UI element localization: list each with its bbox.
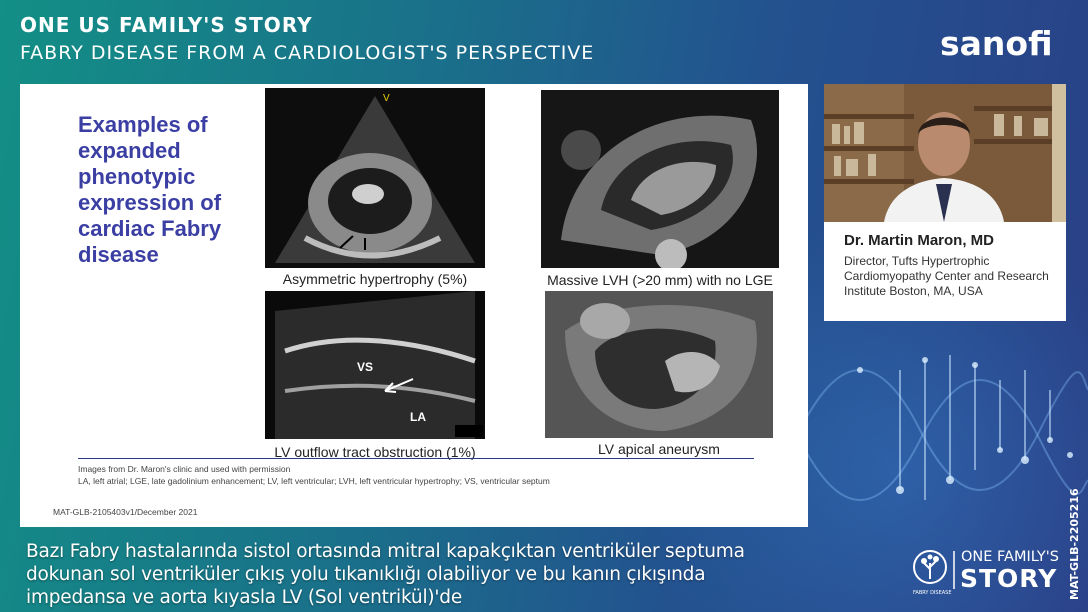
caption-lv-apical-aneurysm: LV apical aneurysm <box>598 441 720 457</box>
subtitle-line-3: impedansa ve aorta kıyasla LV (Sol ventr… <box>26 587 463 608</box>
caption-asymmetric-hypertrophy: Asymmetric hypertrophy (5%) <box>282 271 468 287</box>
story-label: STORY <box>960 564 1058 593</box>
speaker-card: Dr. Martin Maron, MD Director, Tufts Hyp… <box>824 84 1066 321</box>
presentation-slide: Examples of expanded phenotypic expressi… <box>20 84 808 527</box>
side-material-code: MAT-GLB-2205216 <box>1068 488 1081 600</box>
sanofi-logo: sanofi <box>940 24 1053 63</box>
speaker-video <box>824 84 1066 222</box>
mri-image-lv-apical-aneurysm <box>545 291 773 438</box>
footnote-source: Images from Dr. Maron's clinic and used … <box>78 464 291 474</box>
one-familys-label: ONE FAMILY'S <box>961 549 1059 565</box>
fabry-disease-label: FABRY DISEASE <box>913 590 952 596</box>
dna-helix-decoration <box>800 355 1088 501</box>
subtitle-line-1: Bazı Fabry hastalarında sistol ortasında… <box>26 541 745 562</box>
caption-massive-lvh: Massive LVH (>20 mm) with no LGE <box>547 272 773 288</box>
material-code: MAT-GLB-2105403v1/December 2021 <box>53 507 198 517</box>
family-tree-icon <box>913 550 955 589</box>
slide-heading: Examples of expanded phenotypic expressi… <box>78 112 222 267</box>
footnote-abbreviations: LA, left atrial; LGE, late gadolinium en… <box>78 476 550 486</box>
vs-label: VS <box>357 360 373 374</box>
mri-image-massive-lvh <box>541 90 779 268</box>
footnote-divider <box>78 458 754 459</box>
subtitle-line-2: dokunan sol ventriküler çıkış yolu tıkan… <box>26 564 706 585</box>
la-label: LA <box>410 410 426 424</box>
echo-image-lv-outflow-obstruction: VS LA <box>265 291 485 439</box>
speaker-name: Dr. Martin Maron, MD <box>844 232 995 249</box>
echo-image-asymmetric-hypertrophy: V <box>265 88 485 268</box>
header-subtitle: FABRY DISEASE FROM A CARDIOLOGIST'S PERS… <box>20 42 595 64</box>
header-title: ONE US FAMILY'S STORY <box>20 13 313 37</box>
speaker-role: Director, Tufts Hypertrophic Cardiomyopa… <box>844 254 1049 298</box>
v-marker: V <box>383 93 390 104</box>
